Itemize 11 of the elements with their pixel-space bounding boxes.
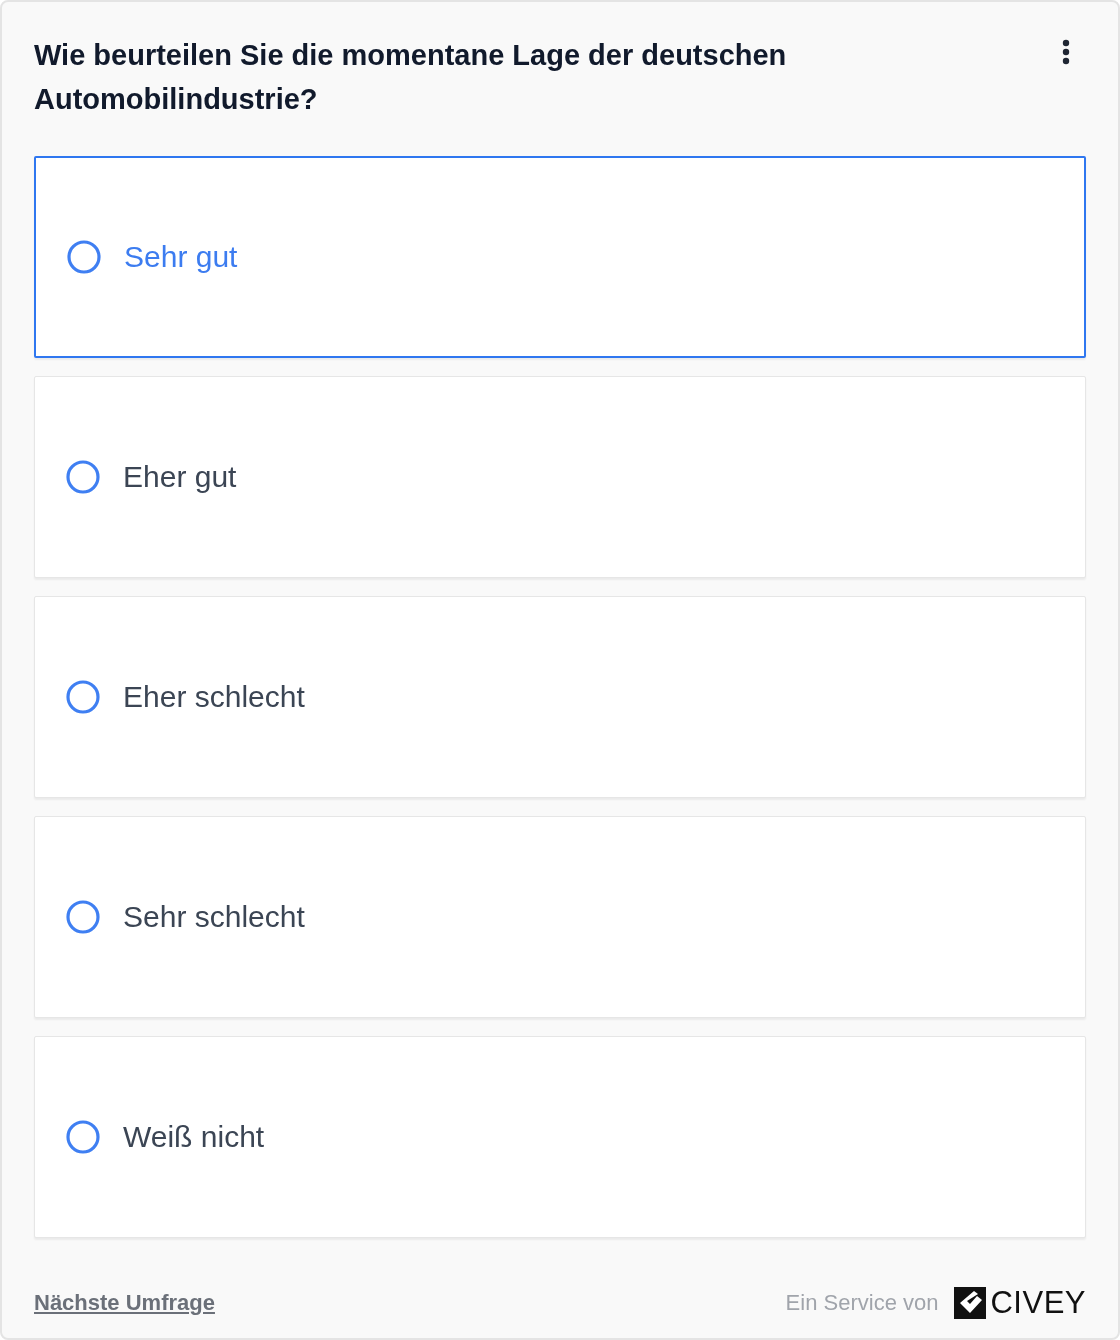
- poll-question: Wie beurteilen Sie die momentane Lage der deutschen Automobilindustrie?: [34, 38, 788, 117]
- answer-option[interactable]: Sehr gut: [34, 156, 1086, 358]
- logo-icon: [954, 1287, 987, 1319]
- service-text: Ein Service von: [785, 1290, 939, 1316]
- answer-option[interactable]: Weiß nicht: [34, 1036, 1086, 1238]
- more-vertical-icon: [1062, 39, 1070, 65]
- brand-name: CIVEY: [990, 1285, 1086, 1321]
- answer-option[interactable]: Sehr schlecht: [34, 816, 1086, 1018]
- answer-option[interactable]: Eher schlecht: [34, 596, 1086, 798]
- next-poll-link[interactable]: Nächste Umfrage: [34, 1290, 215, 1316]
- answer-option[interactable]: Eher gut: [34, 376, 1086, 578]
